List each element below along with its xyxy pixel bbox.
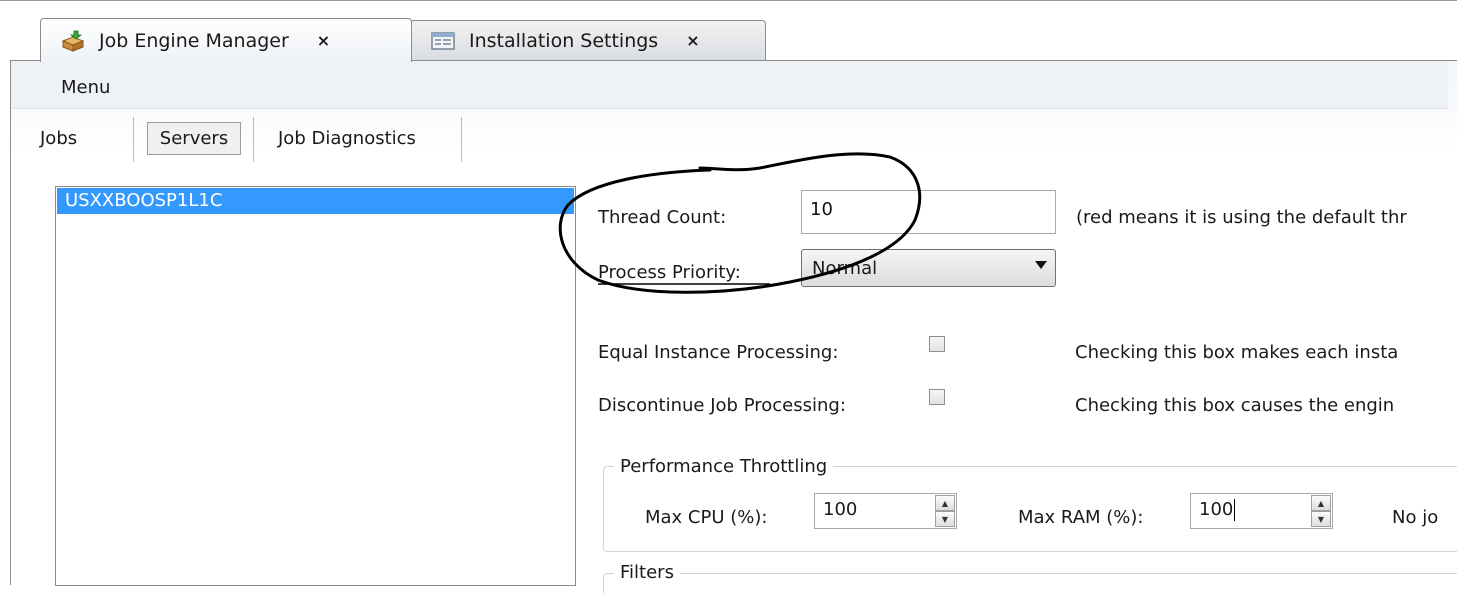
spin-down-icon[interactable]: ▼ (1311, 511, 1331, 527)
subtab-jobs[interactable]: Jobs (40, 128, 77, 149)
thread-count-hint: (red means it is using the default thr (1076, 207, 1407, 228)
separator (133, 117, 134, 162)
equal-instance-label: Equal Instance Processing: (598, 342, 839, 363)
max-cpu-spinner[interactable]: 100 ▲ ▼ (814, 493, 957, 529)
max-ram-value-wrap: 100 (1199, 499, 1236, 521)
tab-job-engine-manager[interactable]: Job Engine Manager × (40, 18, 412, 62)
performance-throttling-title: Performance Throttling (614, 456, 834, 477)
max-cpu-value: 100 (823, 499, 858, 520)
filters-group (603, 573, 1457, 593)
separator (461, 117, 462, 162)
spin-buttons: ▲ ▼ (1311, 495, 1331, 527)
spin-up-icon[interactable]: ▲ (935, 495, 955, 511)
package-icon (59, 29, 87, 53)
discontinue-hint: Checking this box causes the engin (1075, 395, 1395, 416)
max-ram-label: Max RAM (%): (1018, 507, 1144, 528)
top-border (0, 0, 1457, 1)
discontinue-checkbox[interactable] (929, 389, 945, 405)
separator (253, 117, 254, 162)
subtab-servers-label: Servers (159, 128, 229, 149)
spin-up-icon[interactable]: ▲ (1311, 495, 1331, 511)
spin-buttons: ▲ ▼ (935, 495, 955, 527)
process-priority-select[interactable]: Normal (801, 249, 1056, 287)
close-icon[interactable]: × (317, 31, 330, 50)
process-priority-value: Normal (812, 257, 878, 279)
equal-instance-checkbox[interactable] (929, 336, 945, 352)
spin-down-icon[interactable]: ▼ (935, 511, 955, 527)
thread-count-label: Thread Count: (598, 207, 727, 228)
equal-instance-hint: Checking this box makes each insta (1075, 342, 1399, 363)
tab-label: Job Engine Manager (99, 29, 289, 52)
tab-label: Installation Settings (469, 29, 659, 52)
server-list-item[interactable]: USXXBOOSP1L1C (57, 188, 574, 214)
discontinue-label: Discontinue Job Processing: (598, 395, 846, 416)
max-ram-spinner[interactable]: 100 ▲ ▼ (1190, 493, 1333, 529)
process-priority-label: Process Priority: (598, 262, 741, 283)
close-icon[interactable]: × (686, 31, 699, 50)
filters-title: Filters (614, 562, 680, 583)
text-caret (1234, 499, 1236, 521)
menu-item[interactable]: Menu (61, 77, 110, 98)
max-ram-value: 100 (1199, 499, 1234, 520)
subtab-job-diagnostics[interactable]: Job Diagnostics (278, 128, 416, 149)
max-cpu-label: Max CPU (%): (645, 507, 768, 528)
thread-count-input[interactable]: 10 (801, 190, 1056, 234)
server-list[interactable]: USXXBOOSP1L1C (55, 186, 576, 586)
tab-installation-settings[interactable]: Installation Settings × (410, 20, 766, 60)
settings-window-icon (429, 29, 457, 53)
throttling-note: No jo (1392, 507, 1439, 528)
chevron-down-icon (1035, 261, 1047, 269)
menu-bar: Menu (11, 60, 1448, 109)
subtab-servers[interactable]: Servers (147, 122, 241, 155)
